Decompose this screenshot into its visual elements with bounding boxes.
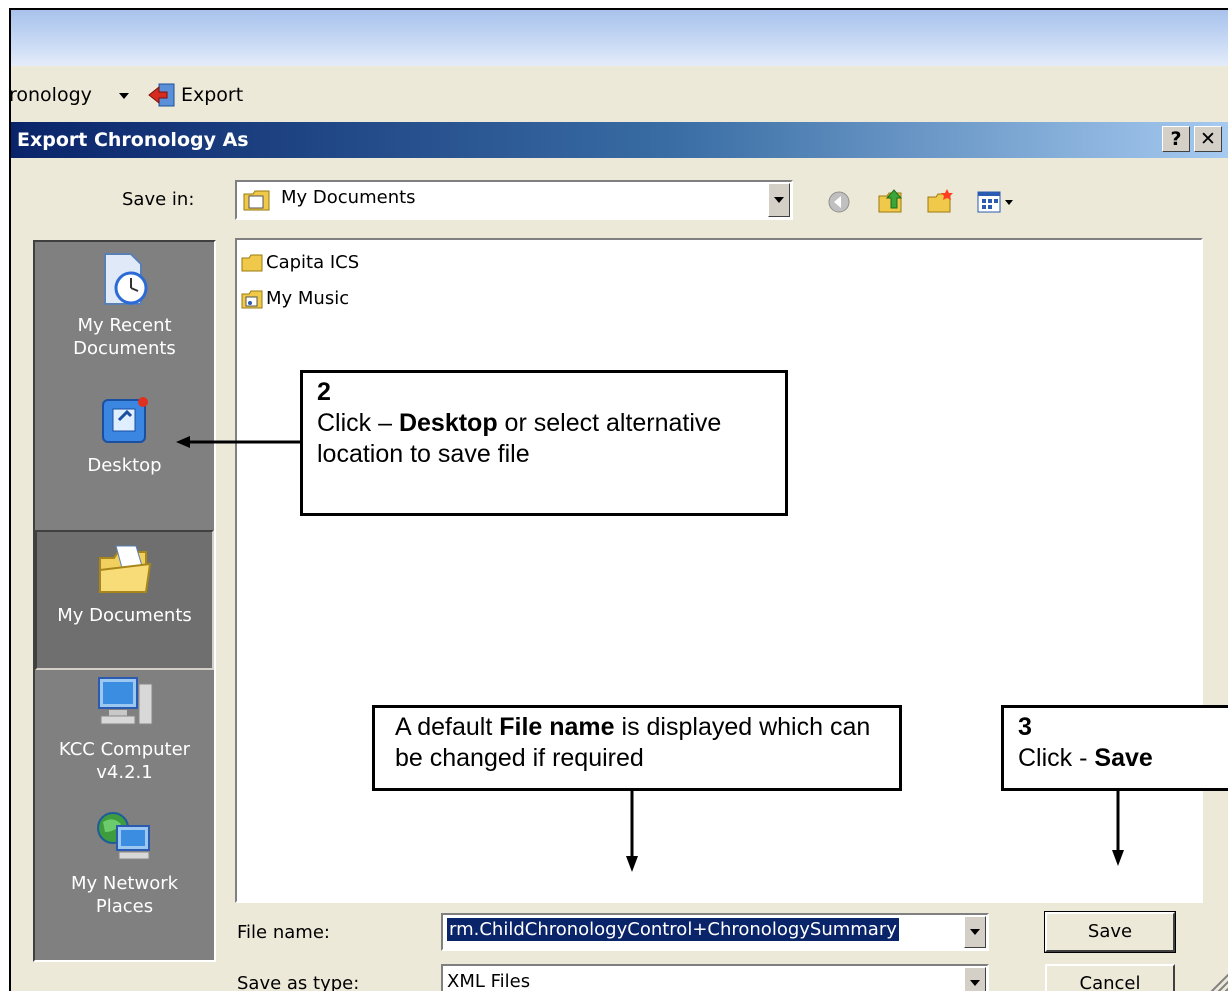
save-as-type-value: XML Files [447,971,531,991]
folder-icon [241,254,263,272]
save-as-type-label: Save as type: [237,973,360,991]
callout-bold: Desktop [398,409,498,437]
save-as-type-dropdown-button[interactable] [964,967,986,991]
list-item[interactable]: Capita ICS [241,252,359,273]
place-my-documents[interactable]: My Documents [35,530,214,670]
place-label: My Recent Documents [73,315,176,359]
save-in-label: Save in: [122,189,195,210]
music-folder-icon [241,290,263,309]
dialog-titlebar: Export Chronology As ? ✕ [11,122,1228,158]
chevron-down-icon[interactable] [119,93,129,99]
my-documents-folder-icon [98,545,151,593]
dialog-title: Export Chronology As [17,129,249,151]
place-label: My Network Places [70,873,179,917]
recent-documents-icon [103,253,147,305]
place-label: My Documents [57,605,192,626]
file-name-input[interactable]: rm.ChildChronologyControl+ChronologySumm… [447,918,899,941]
place-desktop[interactable]: Desktop [35,392,214,524]
export-label[interactable]: Export [181,84,243,106]
cancel-button[interactable]: Cancel [1045,964,1175,991]
callout-step-3: 3 Click - Save [1001,705,1228,791]
new-folder-icon[interactable] [926,188,954,214]
callout-number: 3 [1018,713,1032,741]
save-as-type-select[interactable]: XML Files [441,964,989,991]
place-kcc-computer[interactable]: KCC Computer v4.2.1 [35,674,214,804]
save-in-value: My Documents [281,187,416,208]
place-my-network-places[interactable]: My Network Places [35,808,214,954]
computer-icon [97,677,152,725]
file-name: My Music [266,288,350,309]
callout-text: Click – [317,409,399,437]
window-header-band [11,10,1228,66]
callout-step-2: 2 Click – Desktop or select alternative … [300,370,788,516]
my-documents-icon [243,190,270,211]
view-menu-icon[interactable] [977,190,1017,214]
file-name-label: File name: [237,922,330,943]
callout-bold: File name [499,713,615,741]
place-label: Desktop [87,455,162,476]
file-list[interactable]: Capita ICS My Music [235,238,1203,903]
network-places-icon [96,812,150,860]
save-in-dropdown-button[interactable] [768,183,790,217]
close-button[interactable]: ✕ [1194,126,1222,152]
desktop-icon [101,397,148,443]
callout-file-name: A default File name is displayed which c… [372,705,902,791]
chronology-menu-label[interactable]: ronology [11,84,92,106]
places-bar: My Recent Documents Desktop My Documents [33,240,216,962]
help-button[interactable]: ? [1162,126,1190,152]
callout-number: 2 [317,378,331,406]
place-label: KCC Computer v4.2.1 [58,739,191,783]
up-one-level-icon[interactable] [877,188,905,214]
file-name-combo[interactable]: rm.ChildChronologyControl+ChronologySumm… [441,913,989,951]
back-icon[interactable] [827,190,851,214]
list-item[interactable]: My Music [241,288,349,309]
callout-text: A default [395,713,500,741]
resize-grip-icon[interactable] [1207,970,1228,991]
file-name: Capita ICS [266,252,360,273]
toolbar: ronology Export [11,66,1228,122]
save-button[interactable]: Save [1044,911,1176,953]
place-my-recent-documents[interactable]: My Recent Documents [35,250,214,390]
save-in-dropdown[interactable]: My Documents [235,180,793,220]
file-name-dropdown-button[interactable] [964,916,986,948]
callout-text: Click - [1018,744,1095,772]
callout-bold: Save [1094,744,1153,772]
export-icon[interactable] [147,81,177,109]
